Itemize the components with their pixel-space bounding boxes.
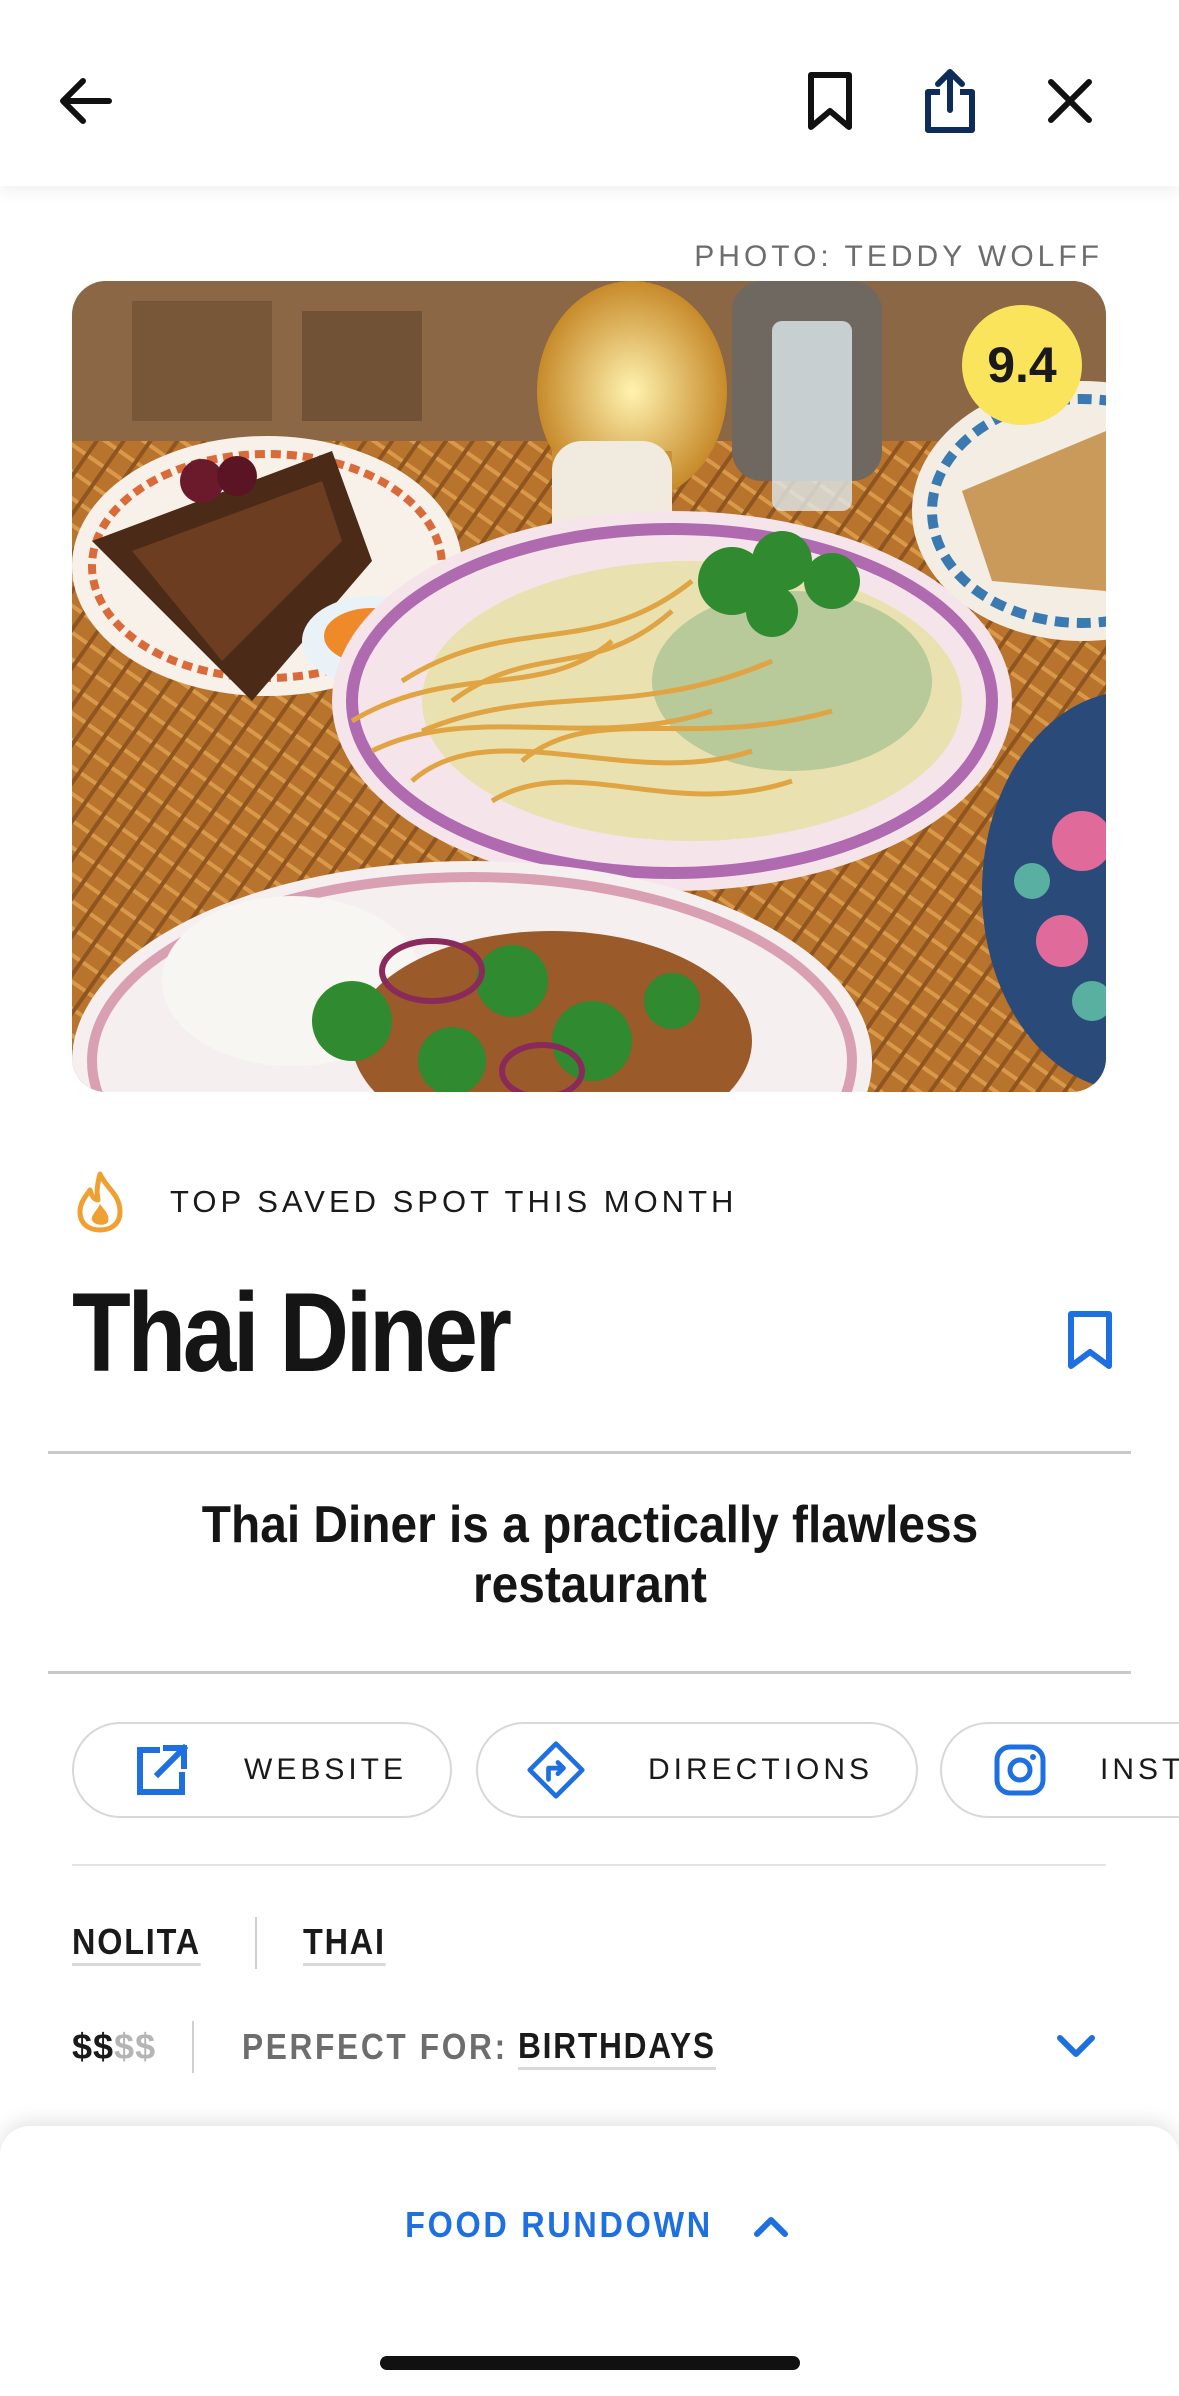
home-indicator[interactable] [380, 2356, 800, 2370]
directions-button[interactable]: DIRECTIONS [476, 1722, 918, 1818]
divider [48, 1671, 1131, 1674]
price-active: $$ [72, 2026, 115, 2067]
divider [48, 1451, 1131, 1454]
top-saved-label: TOP SAVED SPOT THIS MONTH [170, 1184, 738, 1219]
expand-details-button[interactable] [1052, 2026, 1100, 2066]
price-level: $$$$ [72, 2026, 156, 2068]
detail-separator [192, 2021, 195, 2073]
instagram-label: INSTAGRAM [1100, 1753, 1179, 1786]
tag-separator [255, 1917, 258, 1969]
details-row: $$$$ PERFECT FOR: BIRTHDAYS [72, 2021, 1106, 2073]
directions-label: DIRECTIONS [648, 1753, 874, 1786]
external-link-icon [132, 1740, 192, 1800]
food-rundown-sheet[interactable]: FOOD RUNDOWN [0, 2126, 1179, 2396]
top-saved-badge: TOP SAVED SPOT THIS MONTH [72, 1168, 737, 1236]
chevron-up-icon [754, 2217, 789, 2237]
close-icon [1048, 79, 1092, 123]
close-button[interactable] [1025, 56, 1115, 146]
share-button[interactable] [905, 56, 995, 146]
action-buttons: WEBSITE DIRECTIONS INSTAGRAM [72, 1722, 1179, 1818]
flame-icon [72, 1168, 140, 1236]
score-badge: 9.4 [962, 305, 1082, 425]
top-bar [0, 0, 1179, 186]
bookmark-outline-icon [1068, 1311, 1112, 1369]
bookmark-outline-icon [808, 72, 852, 130]
cuisine-tag[interactable]: THAI [303, 1921, 387, 1966]
bookmark-button[interactable] [785, 56, 875, 146]
restaurant-photo[interactable] [72, 281, 1106, 1092]
perfect-for-label: PERFECT FOR: [242, 2026, 508, 2067]
back-button[interactable] [40, 56, 130, 146]
divider [72, 1864, 1106, 1866]
instagram-button[interactable]: INSTAGRAM [940, 1722, 1179, 1818]
neighborhood-tag[interactable]: NOLITA [72, 1921, 201, 1966]
arrow-left-icon [60, 78, 112, 124]
chevron-down-icon [1057, 2035, 1095, 2057]
save-restaurant-button[interactable] [1065, 1310, 1125, 1380]
restaurant-summary: Thai Diner is a practically flawless res… [201, 1496, 979, 1614]
food-rundown-label: FOOD RUNDOWN [404, 2204, 713, 2245]
website-label: WEBSITE [244, 1753, 408, 1786]
restaurant-name: Thai Diner [72, 1270, 512, 1395]
directions-icon [526, 1740, 586, 1800]
website-button[interactable]: WEBSITE [72, 1722, 452, 1818]
price-inactive: $$ [114, 2026, 157, 2067]
perfect-for-value[interactable]: BIRTHDAYS [518, 2025, 716, 2070]
share-icon [925, 69, 975, 133]
tag-row: NOLITA THAI [72, 1917, 395, 1969]
food-rundown-toggle[interactable]: FOOD RUNDOWN [0, 2204, 1179, 2246]
instagram-icon [990, 1740, 1050, 1800]
photo-credit: PHOTO: TEDDY WOLFF [694, 240, 1103, 273]
